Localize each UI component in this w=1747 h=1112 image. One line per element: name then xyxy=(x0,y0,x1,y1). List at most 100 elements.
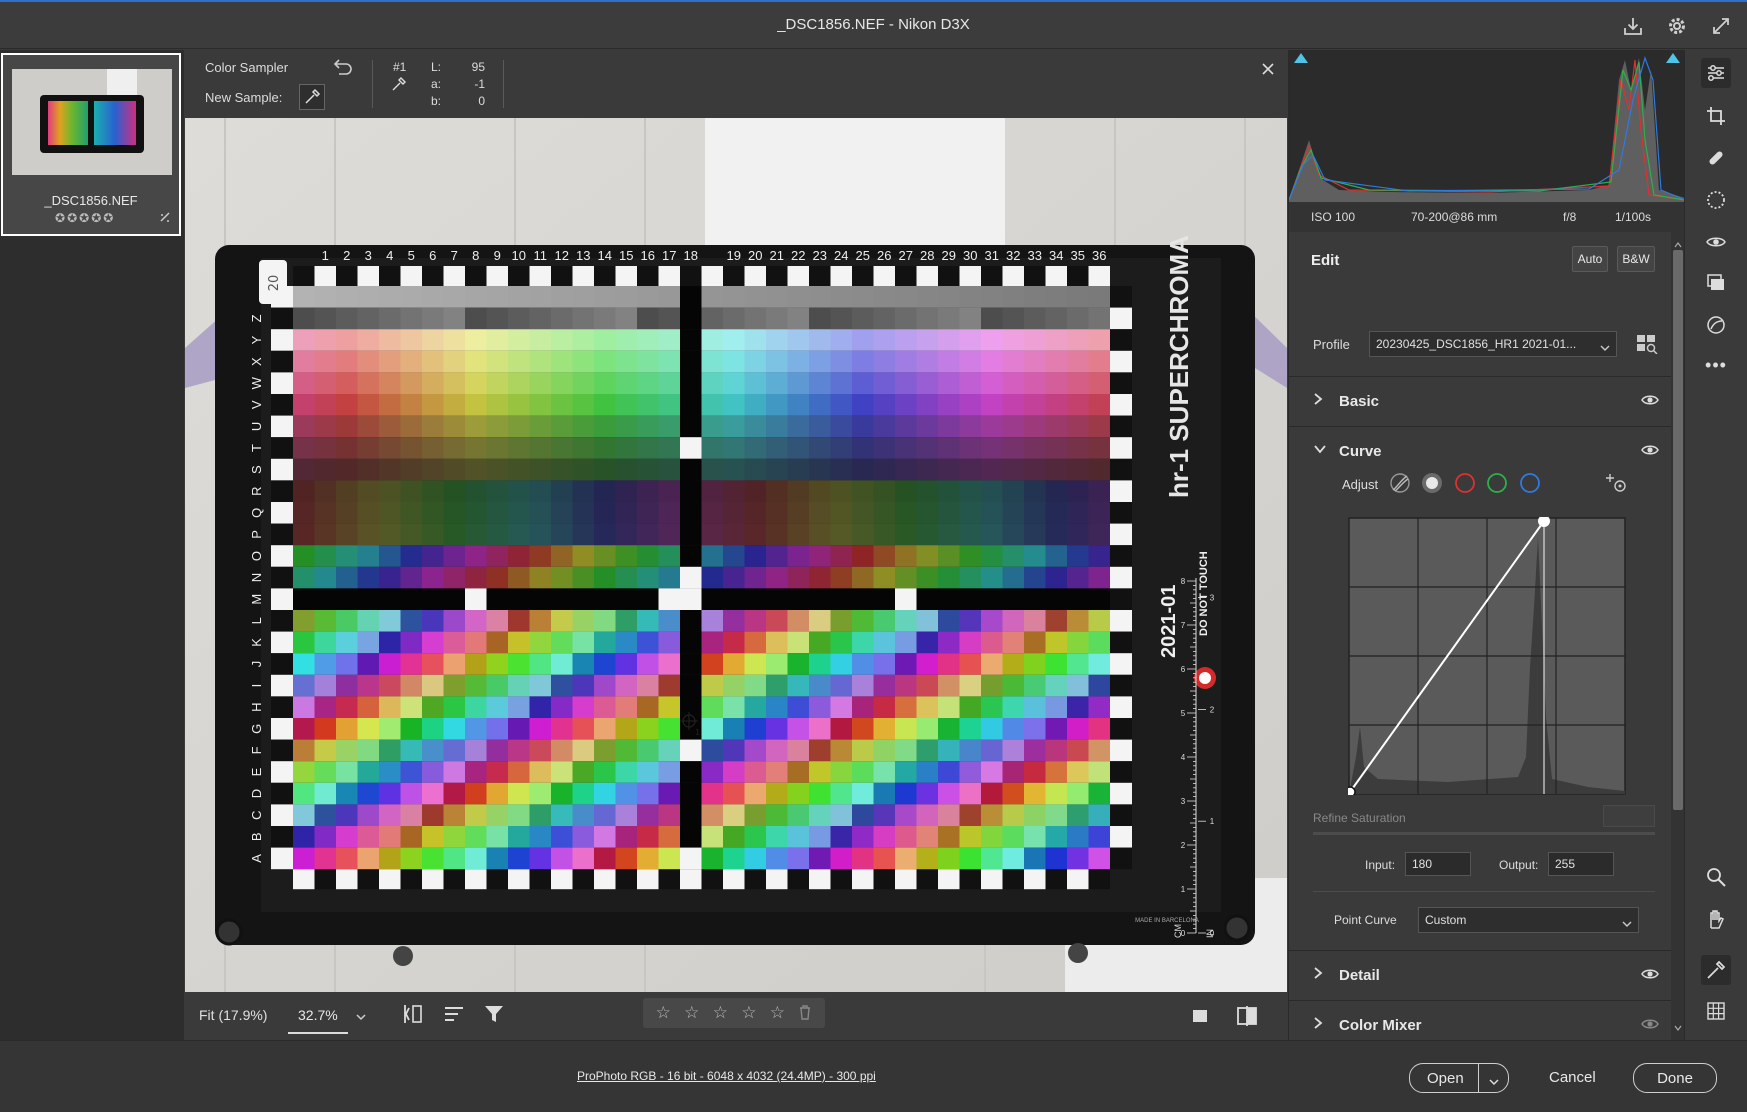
star-icon[interactable]: ✪ xyxy=(79,211,89,225)
trash-icon[interactable] xyxy=(798,1004,812,1023)
eye-icon[interactable] xyxy=(1641,1018,1659,1033)
star-icon[interactable]: ✪ xyxy=(55,211,65,225)
profile-dropdown[interactable]: 20230425_DSC1856_HR1 2021-01... xyxy=(1369,331,1617,357)
point-curve-blue-icon[interactable] xyxy=(1519,472,1541,497)
color-sampler-tool-icon[interactable] xyxy=(1701,955,1731,985)
color-mixer-section-header[interactable]: Color Mixer xyxy=(1289,1000,1685,1040)
snapshots-icon[interactable] xyxy=(1701,268,1731,298)
color-patch xyxy=(400,674,422,697)
border-square xyxy=(1110,415,1132,438)
image-canvas[interactable]: 1 2 3 4 5 6 7 8 9 10 11 12 13 14 15 16 17 18 19 20 21 22 23 24 2… xyxy=(185,118,1287,992)
crop-icon[interactable] xyxy=(1701,101,1731,131)
grid-overlay-icon[interactable] xyxy=(1701,996,1731,1026)
workflow-options-link[interactable]: ProPhoto RGB - 16 bit - 6048 x 4032 (24.… xyxy=(577,1069,876,1083)
auto-button[interactable]: Auto xyxy=(1572,246,1608,272)
color-patch xyxy=(336,826,358,848)
highlight-clipping-warning-icon[interactable] xyxy=(1665,52,1681,67)
color-patch xyxy=(637,653,659,675)
scroll-up-arrow[interactable] xyxy=(1674,236,1682,251)
zoom-tool-icon[interactable] xyxy=(1701,862,1731,892)
star-icon[interactable]: ☆ xyxy=(656,1003,671,1023)
presets-icon[interactable] xyxy=(1701,310,1731,340)
fit-zoom-button[interactable]: Fit (17.9%) xyxy=(199,1007,267,1023)
eye-icon[interactable] xyxy=(1641,394,1659,409)
save-icon[interactable] xyxy=(1619,12,1647,40)
basic-section-header[interactable]: Basic xyxy=(1289,376,1685,424)
point-curve-red-icon[interactable] xyxy=(1454,472,1476,497)
new-sample-eyedropper-button[interactable] xyxy=(299,84,325,110)
color-patch xyxy=(959,437,981,459)
point-curve-dropdown[interactable]: Custom xyxy=(1418,907,1639,933)
star-icon[interactable]: ☆ xyxy=(713,1003,728,1023)
more-icon[interactable]: ••• xyxy=(1701,350,1731,380)
zoom-dropdown-icon[interactable] xyxy=(355,1010,367,1025)
star-icon[interactable]: ✪ xyxy=(103,211,113,225)
star-icon[interactable]: ☆ xyxy=(684,1003,699,1023)
color-patch xyxy=(916,739,938,762)
color-patch xyxy=(400,502,422,524)
star-icon[interactable]: ✪ xyxy=(91,211,101,225)
star-icon[interactable]: ☆ xyxy=(770,1003,785,1023)
bw-button[interactable]: B&W xyxy=(1617,246,1655,272)
eye-icon[interactable] xyxy=(1641,444,1659,459)
done-button[interactable]: Done xyxy=(1633,1063,1717,1093)
before-after-icon[interactable] xyxy=(1235,1004,1259,1031)
color-patch xyxy=(400,307,422,330)
color-patch xyxy=(895,307,917,330)
filmstrip-toggle-icon[interactable] xyxy=(401,1002,425,1029)
filmstrip-thumbnail[interactable]: _DSC1856.NEF ✪ ✪ ✪ ✪ ✪ xyxy=(1,53,181,236)
color-patch xyxy=(895,588,917,610)
thumbnail-rating[interactable]: ✪ ✪ ✪ ✪ ✪ xyxy=(55,211,113,225)
tone-curve-graph[interactable] xyxy=(1344,515,1626,798)
rating-bar[interactable]: ☆ ☆ ☆ ☆ ☆ xyxy=(643,998,825,1028)
open-button[interactable]: Open xyxy=(1409,1063,1509,1093)
point-curve-green-icon[interactable] xyxy=(1486,472,1508,497)
profile-browser-icon[interactable] xyxy=(1636,334,1658,357)
eye-icon[interactable] xyxy=(1641,968,1659,983)
close-sampler-icon[interactable] xyxy=(1261,62,1275,79)
curve-input-field[interactable]: 180 xyxy=(1405,852,1471,876)
reset-samplers-icon[interactable] xyxy=(331,58,353,81)
star-icon[interactable]: ✪ xyxy=(67,211,77,225)
red-eye-icon[interactable] xyxy=(1701,227,1731,257)
refine-saturation-value[interactable] xyxy=(1603,805,1655,827)
color-patch xyxy=(658,415,680,438)
scrollbar-thumb[interactable] xyxy=(1673,250,1683,810)
panel-scrollbar[interactable] xyxy=(1671,232,1685,1040)
healing-icon[interactable] xyxy=(1701,143,1731,173)
color-patch xyxy=(314,458,336,481)
single-view-icon[interactable] xyxy=(1190,1006,1210,1029)
filter-icon[interactable] xyxy=(482,1002,506,1029)
gear-icon[interactable] xyxy=(1663,12,1691,40)
color-patch xyxy=(981,502,1003,524)
expand-icon[interactable] xyxy=(1707,12,1735,40)
masking-icon[interactable] xyxy=(1701,185,1731,215)
chart-column-number: 34 xyxy=(1049,248,1063,263)
chevron-down-icon[interactable] xyxy=(1488,1074,1500,1091)
border-square xyxy=(1110,458,1132,481)
parametric-curve-icon[interactable] xyxy=(1389,472,1411,497)
hand-tool-icon[interactable] xyxy=(1701,904,1731,934)
sort-icon[interactable] xyxy=(442,1002,466,1029)
color-patch xyxy=(293,674,315,697)
center-spine xyxy=(680,350,702,373)
color-patch xyxy=(572,739,594,762)
detail-section-header[interactable]: Detail xyxy=(1289,950,1685,998)
curve-output-field[interactable]: 255 xyxy=(1548,852,1614,876)
point-curve-rgb-icon[interactable] xyxy=(1421,472,1443,497)
exif-lens: 70-200@86 mm xyxy=(1411,210,1498,224)
zoom-level-button[interactable]: 32.7% xyxy=(288,998,348,1034)
shadow-clipping-warning-icon[interactable] xyxy=(1293,52,1309,67)
color-patch xyxy=(701,826,723,848)
sample-eyedropper-icon[interactable] xyxy=(391,76,407,95)
color-patch xyxy=(938,394,960,416)
color-patch xyxy=(830,718,852,740)
refine-saturation-slider[interactable] xyxy=(1313,832,1655,835)
targeted-adjustment-icon[interactable] xyxy=(1604,474,1628,497)
edit-sliders-icon[interactable] xyxy=(1701,58,1731,88)
star-icon[interactable]: ☆ xyxy=(741,1003,756,1023)
chart-column-number: 23 xyxy=(813,248,827,263)
cancel-button[interactable]: Cancel xyxy=(1549,1069,1596,1086)
curve-section-header[interactable]: Curve xyxy=(1289,426,1685,474)
scroll-down-arrow[interactable] xyxy=(1674,1019,1682,1034)
